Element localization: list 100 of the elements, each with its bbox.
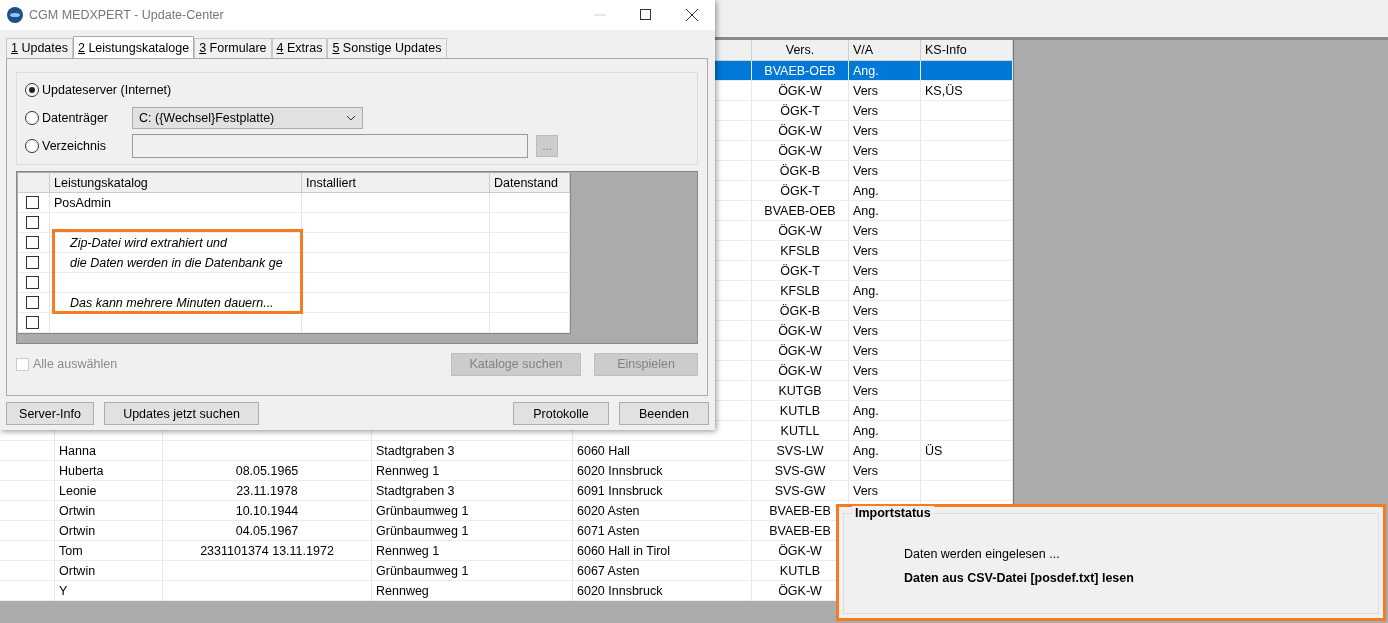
table-cell: ÖGK-B [752, 301, 849, 321]
table-cell: KS,ÜS [921, 81, 1013, 101]
table-cell: SVS-GW [752, 461, 849, 481]
table-cell: ÖGK-W [752, 321, 849, 341]
table-cell: ÖGK-W [752, 341, 849, 361]
table-cell: ÖGK-W [752, 361, 849, 381]
table-cell: SVS-GW [752, 481, 849, 501]
table-cell: Tom [55, 541, 163, 561]
checkbox[interactable] [26, 296, 39, 309]
table-cell: BVAEB-OEB [752, 201, 849, 221]
table-cell: 23.11.1978 [163, 481, 372, 501]
table-cell: Leonie [55, 481, 163, 501]
table-cell: 6020 Asten [573, 501, 752, 521]
table-cell: PosAdmin [50, 193, 302, 213]
checkbox[interactable] [26, 256, 39, 269]
table-cell: ÖGK-W [752, 121, 849, 141]
table-cell: SVS-LW [752, 441, 849, 461]
checkbox[interactable] [26, 276, 39, 289]
status-message: Daten werden eingelesen ... [904, 546, 1061, 563]
table-cell: Grünbaumweg 1 [372, 561, 573, 581]
table-cell: Rennweg 1 [372, 541, 573, 561]
table-cell: ÖGK-W [752, 141, 849, 161]
table-cell: Y [55, 581, 163, 601]
table-cell: ÜS [921, 441, 1013, 461]
table-cell: Vers [849, 101, 921, 121]
table-cell: Vers [849, 321, 921, 341]
table-cell: Grünbaumweg 1 [372, 501, 573, 521]
radio-button[interactable] [25, 111, 39, 125]
table-cell: 6020 Innsbruck [573, 461, 752, 481]
column-header [18, 173, 50, 193]
table-cell: Rennweg [372, 581, 573, 601]
table-cell: 6071 Asten [573, 521, 752, 541]
table-cell: BVAEB-OEB [752, 61, 849, 81]
table-cell: Huberta [55, 461, 163, 481]
table-cell: Ortwin [55, 561, 163, 581]
checkbox[interactable] [26, 316, 39, 329]
table-cell: KUTLB [752, 401, 849, 421]
table-cell: ÖGK-T [752, 261, 849, 281]
checkbox[interactable] [26, 236, 39, 249]
checkbox[interactable] [26, 196, 39, 209]
table-cell: Stadtgraben 3 [372, 441, 573, 461]
table-cell: Vers [849, 381, 921, 401]
table-cell: ÖGK-W [752, 81, 849, 101]
table-cell: Hanna [55, 441, 163, 461]
action-button[interactable]: Server-Info [6, 402, 94, 425]
table-cell: 08.05.1965 [163, 461, 372, 481]
group-title: Importstatus [852, 506, 934, 520]
table-cell [0, 581, 55, 601]
action-button[interactable]: Updates jetzt suchen [104, 402, 259, 425]
checkbox[interactable] [26, 216, 39, 229]
table-cell: Vers [849, 301, 921, 321]
table-cell: Ang. [849, 61, 921, 81]
table-cell: ÖGK-T [752, 181, 849, 201]
tab[interactable]: 2 Leistungskataloge [73, 36, 195, 58]
table-cell: 2331101374 13.11.1972 [163, 541, 372, 561]
drive-dropdown[interactable]: C: ({Wechsel}Festplatte) [132, 107, 363, 129]
table-cell: Vers [849, 481, 921, 501]
table-cell: Ortwin [55, 521, 163, 541]
table-cell: Vers [849, 161, 921, 181]
table-cell: 6020 Innsbruck [573, 581, 752, 601]
table-cell: Vers [849, 261, 921, 281]
table-cell: Ang. [849, 401, 921, 421]
table-cell: 6067 Asten [573, 561, 752, 581]
maximize-icon[interactable] [640, 9, 652, 21]
table-cell: Ortwin [55, 501, 163, 521]
table-cell: Vers [849, 241, 921, 261]
action-button[interactable]: Protokolle [513, 402, 609, 425]
table-cell: Stadtgraben 3 [372, 481, 573, 501]
radio-label[interactable]: Updateserver (Internet) [42, 83, 172, 97]
table-cell: Ang. [849, 181, 921, 201]
table-cell: Ang. [849, 421, 921, 441]
table-cell: Ang. [849, 441, 921, 461]
radio-label[interactable]: Verzeichnis [42, 139, 132, 153]
table-cell: KFSLB [752, 241, 849, 261]
table-cell: 10.10.1944 [163, 501, 372, 521]
close-icon[interactable] [686, 9, 698, 21]
table-cell: ÖGK-T [752, 101, 849, 121]
window-title: CGM MEDXPERT - Update-Center [29, 8, 225, 22]
table-cell: KUTLL [752, 421, 849, 441]
table-cell: Vers [849, 81, 921, 101]
status-message: Daten aus CSV-Datei [posdef.txt] lesen [904, 570, 1135, 587]
table-cell: KUTGB [752, 381, 849, 401]
table-cell: Rennweg 1 [372, 461, 573, 481]
logo-icon [7, 7, 23, 23]
path-field[interactable] [132, 134, 528, 158]
table-cell: Vers [849, 141, 921, 161]
table-cell: Vers [849, 221, 921, 241]
table-cell: ÖGK-B [752, 161, 849, 181]
column-header[interactable]: Leistungskatalog [50, 173, 302, 193]
radio-button[interactable] [25, 139, 39, 153]
chevron-down-icon [346, 115, 356, 121]
table-cell: Ang. [849, 201, 921, 221]
column-header[interactable]: Installiert [302, 173, 490, 193]
table-cell: 04.05.1967 [163, 521, 372, 541]
table-cell: Grünbaumweg 1 [372, 521, 573, 541]
table-cell: Vers [849, 461, 921, 481]
action-button[interactable]: Beenden [619, 402, 709, 425]
radio-label[interactable]: Datenträger [42, 111, 132, 125]
radio-button[interactable] [25, 83, 39, 97]
column-header[interactable]: Datenstand [490, 173, 570, 193]
